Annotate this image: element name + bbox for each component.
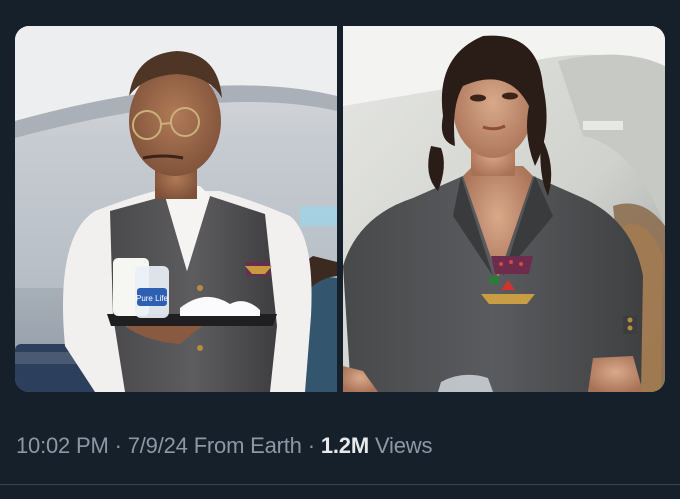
photo-male-flight-attendant-image: Pure Life — [15, 26, 337, 392]
tweet-meta: 10:02 PM · 7/9/24 From Earth · 1.2M View… — [16, 431, 432, 461]
views-count[interactable]: 1.2M — [321, 433, 369, 459]
tweet-date[interactable]: 7/9/24 — [128, 433, 188, 459]
photo-female-flight-attendant[interactable] — [343, 26, 665, 392]
divider — [0, 484, 680, 485]
tweet-media-grid: Pure Life — [15, 26, 665, 392]
views-label[interactable]: Views — [375, 433, 432, 459]
meta-separator: · — [114, 433, 122, 458]
bottle-label: Pure Life — [136, 294, 169, 303]
tweet-time[interactable]: 10:02 PM — [16, 433, 109, 459]
meta-separator-views: · — [307, 433, 315, 458]
photo-female-flight-attendant-image — [343, 26, 665, 392]
photo-male-flight-attendant[interactable]: Pure Life — [15, 26, 337, 392]
tweet-source: From Earth — [193, 433, 302, 458]
